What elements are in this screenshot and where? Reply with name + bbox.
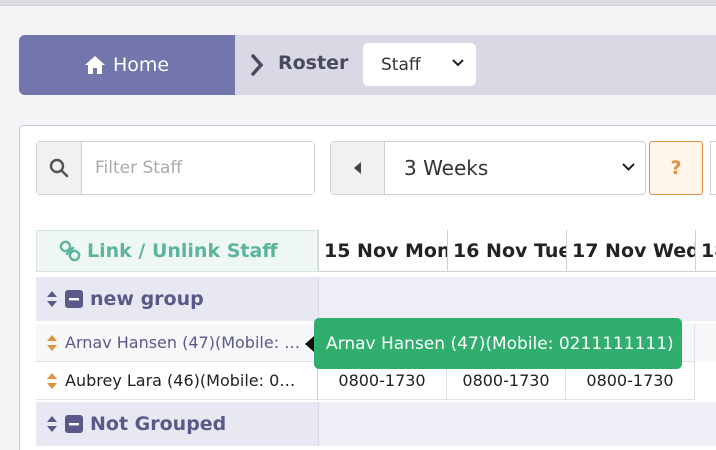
help-button[interactable]: ? xyxy=(649,141,703,195)
breadcrumb: Home Roster Staff xyxy=(19,35,716,95)
day-header: 15 Nov Mon xyxy=(318,230,447,272)
sort-icon[interactable] xyxy=(46,290,58,308)
caret-left-icon xyxy=(353,162,361,174)
group-days-cell xyxy=(318,277,716,321)
home-label: Home xyxy=(112,54,170,76)
group-row: new group xyxy=(36,277,716,321)
group-row: Not Grouped xyxy=(36,402,716,446)
top-divider xyxy=(0,5,716,6)
collapse-icon[interactable] xyxy=(65,415,83,433)
staff-type-value: Staff xyxy=(381,54,421,75)
link-unlink-staff-header[interactable]: Link / Unlink Staff xyxy=(36,230,318,272)
link-icon xyxy=(59,240,81,262)
search-icon xyxy=(49,158,69,178)
collapse-icon[interactable] xyxy=(65,290,83,308)
sort-icon[interactable] xyxy=(46,415,58,433)
link-unlink-label: Link / Unlink Staff xyxy=(87,240,278,262)
group-label-cell: new group xyxy=(36,277,318,321)
sort-icon[interactable] xyxy=(46,334,58,352)
search-addon xyxy=(37,142,82,194)
period-select-value: 3 Weeks xyxy=(404,156,489,180)
sort-icon[interactable] xyxy=(46,372,58,390)
chevron-right-icon xyxy=(251,54,264,76)
group-name: Not Grouped xyxy=(90,413,227,435)
home-icon xyxy=(84,56,105,74)
chevron-down-icon xyxy=(452,59,464,67)
period-select[interactable]: 3 Weeks xyxy=(385,142,645,194)
chevron-down-icon xyxy=(622,163,635,171)
breadcrumb-current: Roster xyxy=(278,52,349,74)
staff-type-select[interactable]: Staff xyxy=(363,43,476,86)
staff-tooltip: Arnav Hansen (47)(Mobile: 0211111111) xyxy=(314,318,682,369)
tooltip-text: Arnav Hansen (47)(Mobile: 0211111111) xyxy=(326,333,674,354)
staff-name-cell[interactable]: Aubrey Lara (46)(Mobile: 0211111111) xyxy=(36,362,318,400)
home-button[interactable]: Home xyxy=(19,35,235,95)
next-control-edge xyxy=(710,141,716,195)
group-days-cell xyxy=(318,402,716,446)
tooltip-arrow xyxy=(305,336,314,352)
period-group: 3 Weeks xyxy=(330,141,646,195)
day-header: 17 Nov Wed xyxy=(566,230,695,272)
filter-staff-input[interactable] xyxy=(82,142,314,194)
day-header: 18 xyxy=(695,230,716,272)
filter-staff-group xyxy=(36,141,315,195)
staff-name: Arnav Hansen (47)(Mobile: 0211111111) xyxy=(65,333,305,352)
previous-period-button[interactable] xyxy=(331,142,385,194)
day-header: 16 Nov Tue xyxy=(447,230,566,272)
staff-name-cell[interactable]: Arnav Hansen (47)(Mobile: 0211111111) xyxy=(36,324,318,362)
group-label-cell: Not Grouped xyxy=(36,402,318,446)
staff-name: Aubrey Lara (46)(Mobile: 0211111111) xyxy=(65,371,305,390)
group-name: new group xyxy=(90,288,204,310)
help-label: ? xyxy=(670,157,682,179)
